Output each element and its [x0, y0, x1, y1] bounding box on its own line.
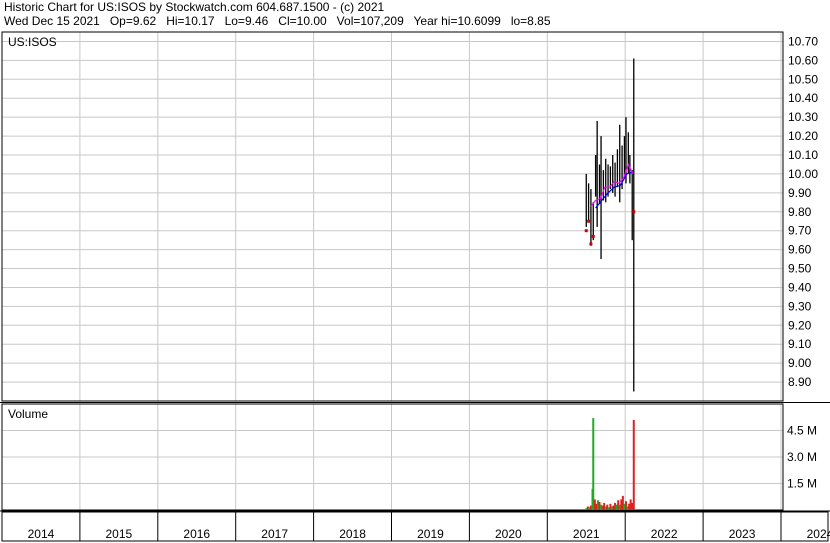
- volume-tick-label: 4.5 M: [787, 424, 817, 438]
- year-tick-label: 2023: [729, 527, 756, 541]
- price-marker: [589, 242, 593, 246]
- price-tick-label: 10.20: [788, 129, 818, 143]
- price-marker: [591, 234, 595, 238]
- x-axis: 2014 2015 2016 2017 2018 2019 2020 2021 2022 2023…: [28, 527, 830, 541]
- grid-layer: [2, 32, 783, 541]
- volume-tick-label: 3.0 M: [787, 450, 817, 464]
- volume-bars: [585, 418, 635, 510]
- price-panel-frame: [1, 31, 784, 402]
- year-tick-label: 2021: [573, 527, 600, 541]
- price-tick-label: 10.00: [788, 167, 818, 181]
- price-tick-label: 9.40: [788, 280, 812, 294]
- price-tick-label: 10.30: [788, 110, 818, 124]
- price-tick-label: 10.50: [788, 72, 818, 86]
- price-tick-label: 10.10: [788, 148, 818, 162]
- price-tick-label: 10.40: [788, 91, 818, 105]
- volume-label: Volume: [8, 407, 48, 421]
- symbol-label: US:ISOS: [8, 35, 57, 49]
- volume-bar: [592, 418, 595, 510]
- year-tick-label: 2020: [495, 527, 522, 541]
- price-tick-label: 9.20: [788, 318, 812, 332]
- year-tick-label: 2024: [807, 527, 830, 541]
- price-marker: [632, 210, 636, 214]
- year-tick-label: 2018: [339, 527, 366, 541]
- year-tick-label: 2019: [417, 527, 444, 541]
- price-axis: 10.70 10.60 10.50 10.40 10.30 10.20 10.10 10.00…: [788, 34, 818, 389]
- price-tick-label: 9.90: [788, 186, 812, 200]
- price-tick-label: 9.10: [788, 337, 812, 351]
- stock-chart: US:ISOS Volume 10.70 10.60 10.50 10.40 10.30…: [0, 31, 830, 542]
- price-tick-label: 8.90: [788, 375, 812, 389]
- year-tick-label: 2014: [28, 527, 55, 541]
- year-tick-label: 2022: [651, 527, 678, 541]
- price-marker: [584, 229, 588, 233]
- chart-frame: [0, 31, 830, 542]
- volume-bar: [632, 419, 635, 510]
- price-bars: [585, 58, 635, 392]
- volume-tick-label: 1.5 M: [787, 477, 817, 491]
- year-tick-label: 2017: [261, 527, 288, 541]
- price-marker: [587, 219, 591, 223]
- price-tick-label: 10.60: [788, 53, 818, 67]
- red-markers: [584, 210, 636, 246]
- year-tick-label: 2016: [183, 527, 210, 541]
- volume-axis: 4.5 M 3.0 M 1.5 M: [787, 424, 817, 491]
- price-tick-label: 10.70: [788, 34, 818, 48]
- price-tick-label: 9.00: [788, 356, 812, 370]
- price-tick-label: 9.50: [788, 262, 812, 276]
- year-tick-label: 2015: [105, 527, 132, 541]
- price-tick-label: 9.80: [788, 205, 812, 219]
- price-tick-label: 9.30: [788, 299, 812, 313]
- price-tick-label: 9.60: [788, 243, 812, 257]
- price-tick-label: 9.70: [788, 224, 812, 238]
